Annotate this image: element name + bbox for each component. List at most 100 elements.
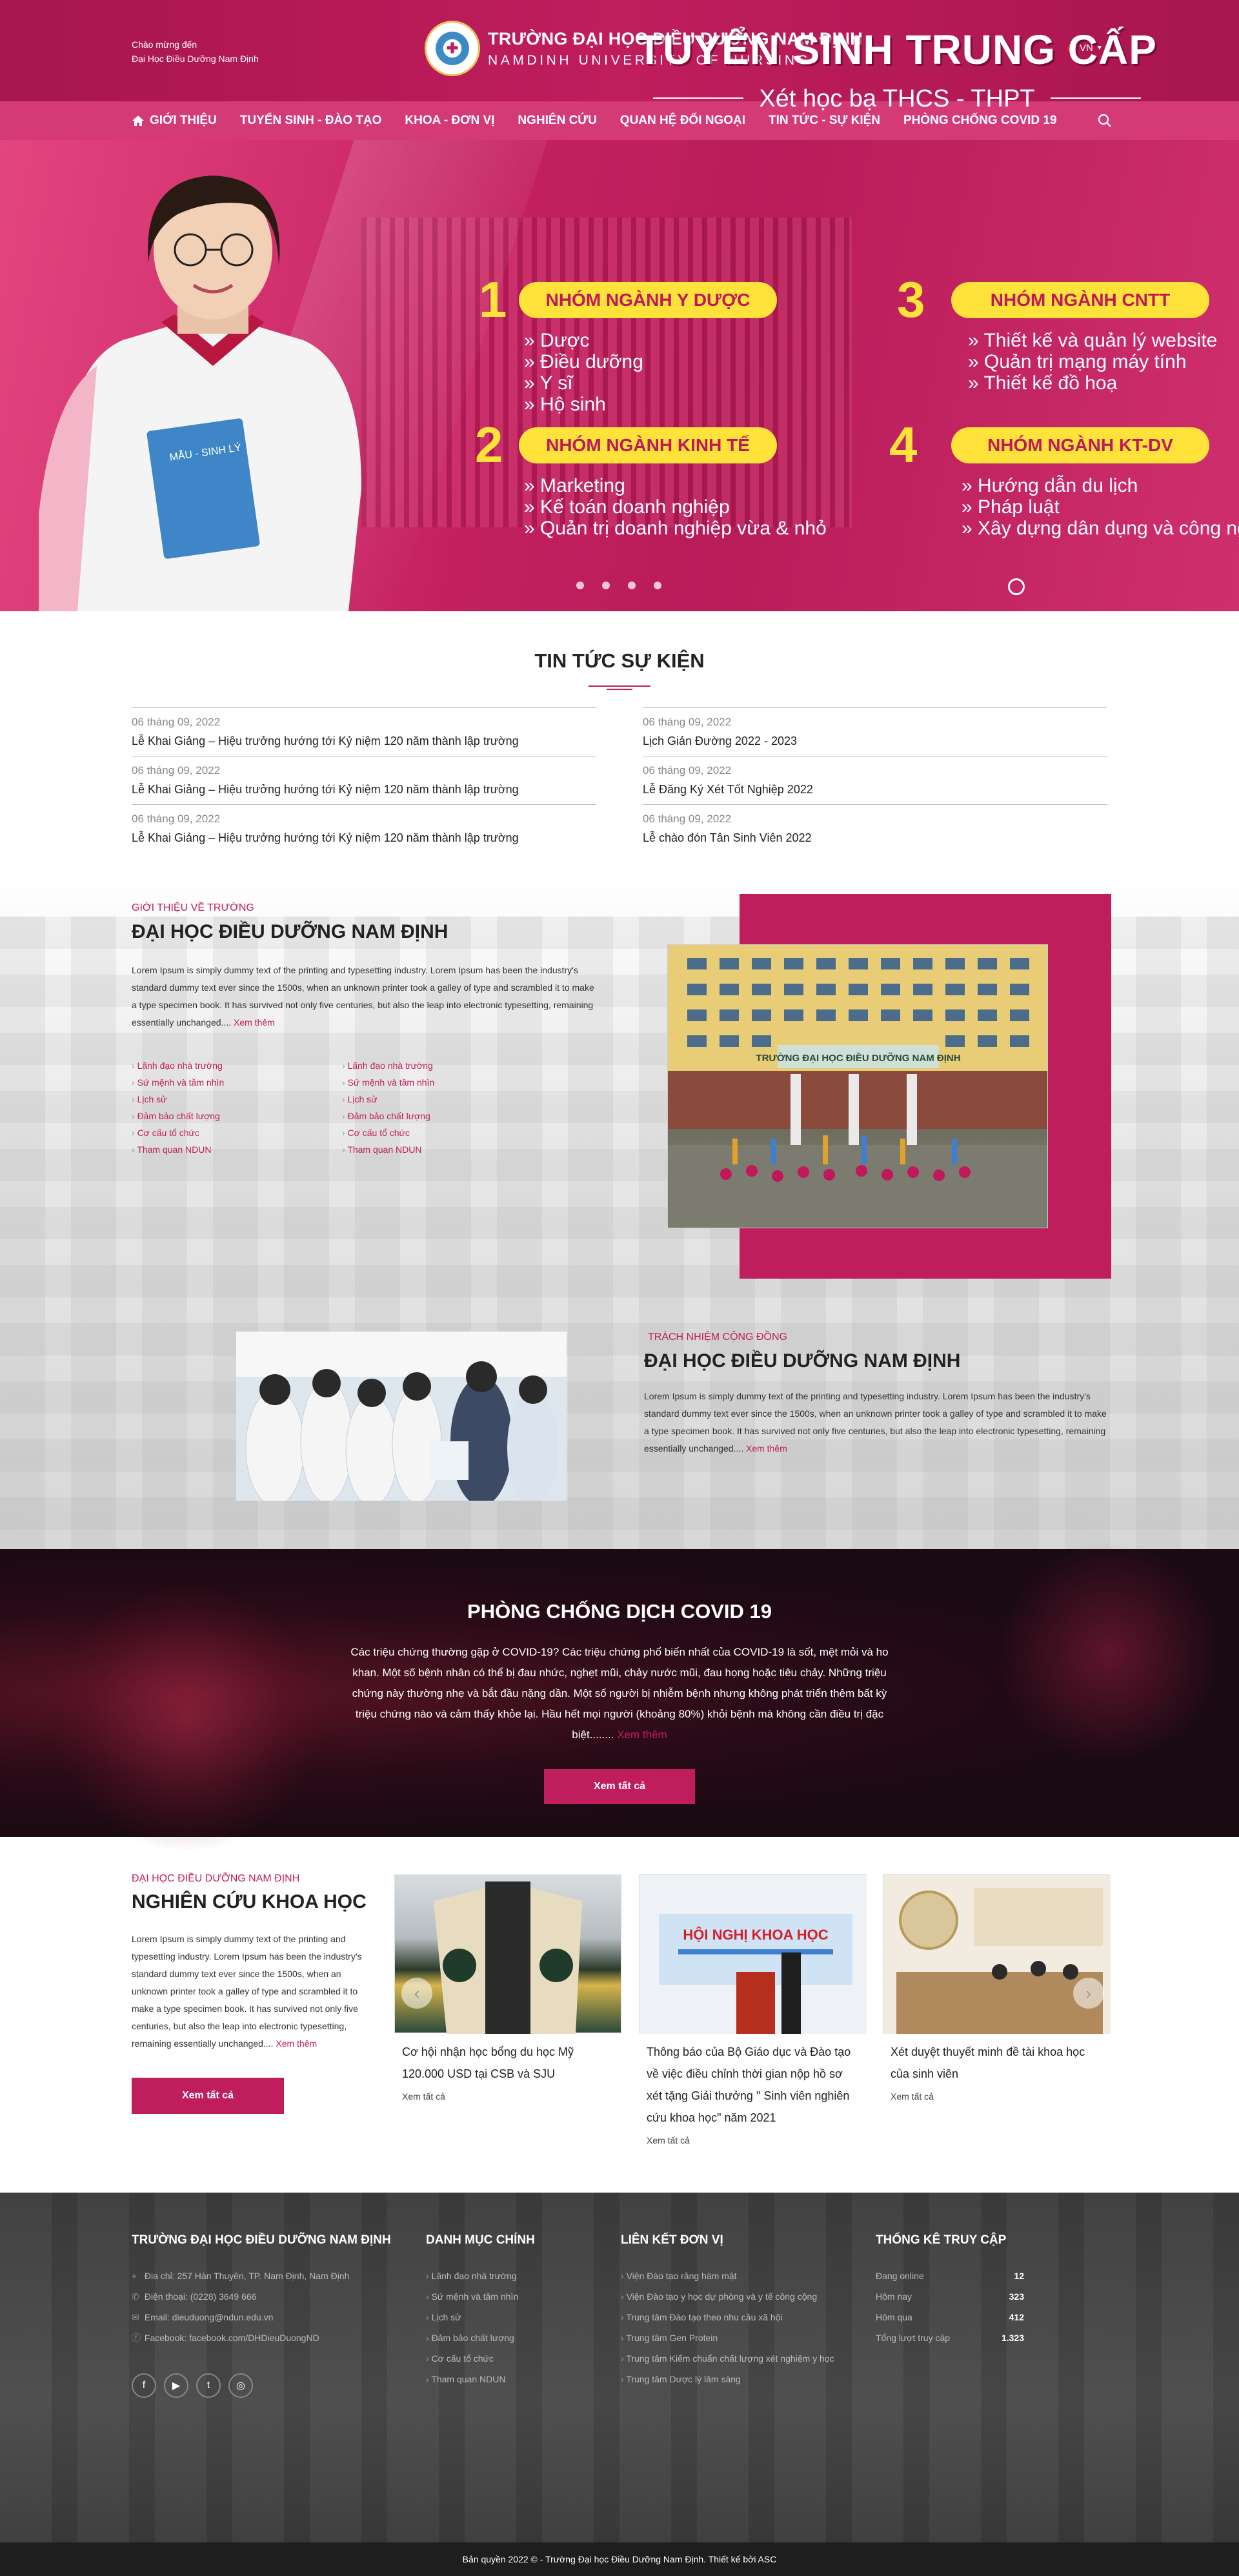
program-item: Hướng dẫn du lịch [962, 475, 1239, 496]
twitter-social-button[interactable]: t [196, 2373, 221, 2398]
research-heading: NGHIÊN CỨU KHOA HỌC [132, 1891, 367, 1912]
footer-email[interactable]: ✉ Email: dieuduong@ndun.edu.vn [132, 2307, 349, 2328]
carousel-dot[interactable] [602, 582, 610, 589]
footer-phone[interactable]: ✆ Điện thoại: (0228) 3649 666 [132, 2286, 349, 2307]
nav-item-tuyen-sinh[interactable]: TUYỂN SINH - ĐÀO TẠO [228, 114, 394, 128]
campus-building-photo: TRƯỜNG ĐẠI HỌC ĐIỀU DƯỠNG NAM ĐỊNH [667, 944, 1048, 1228]
intro-heading: ĐẠI HỌC ĐIỀU DƯỠNG NAM ĐỊNH [132, 921, 448, 942]
footer-link[interactable]: Cơ cấu tổ chức [426, 2348, 518, 2369]
footer-link[interactable]: Tham quan NDUN [426, 2369, 518, 2389]
location-pin-icon: ⌖ [132, 2271, 137, 2281]
program-item: Y sĩ [524, 372, 643, 394]
intro-link[interactable]: Cơ cấu tổ chức [342, 1124, 434, 1141]
covid-view-all-button[interactable]: Xem tất cả [544, 1769, 695, 1804]
news-item[interactable]: 06 tháng 09, 2022 Lễ Khai Giảng – Hiệu t… [132, 804, 596, 853]
research-paragraph: Lorem Ipsum is simply dummy text of the … [132, 1934, 362, 2049]
news-item[interactable]: 06 tháng 09, 2022 Lễ chào đón Tân Sinh V… [643, 804, 1107, 853]
carousel-prev-button[interactable]: ‹ [401, 1978, 432, 2009]
intro-link[interactable]: Lịch sử [132, 1091, 224, 1108]
group-number: 1 [479, 271, 507, 328]
banner-title: TUYỂN SINH TRUNG CẤP [637, 26, 1157, 73]
covid-read-more-link[interactable]: Xem thêm [617, 1729, 667, 1741]
subtitle-divider-right [1051, 97, 1141, 99]
community-heading: ĐẠI HỌC ĐIỀU DƯỠNG NAM ĐỊNH [644, 1350, 961, 1372]
news-title[interactable]: Lịch Giản Đường 2022 - 2023 [643, 735, 1107, 748]
intro-link[interactable]: Tham quan NDUN [132, 1141, 224, 1158]
group-number: 4 [889, 420, 918, 473]
intro-link[interactable]: Sứ mệnh và tầm nhìn [132, 1074, 225, 1091]
news-date: 06 tháng 09, 2022 [132, 716, 221, 728]
community-text: Lorem Ipsum is simply dummy text of the … [644, 1388, 1109, 1457]
card-title[interactable]: Thông báo của Bộ Giáo dục và Đào tạo về … [639, 2041, 866, 2129]
footer-link[interactable]: Viện Đào tạo răng hàm mặt [621, 2266, 834, 2286]
carousel-dot[interactable] [654, 582, 661, 589]
news-title[interactable]: Lễ Khai Giảng – Hiệu trưởng hướng tới Kỷ… [132, 831, 596, 845]
news-title[interactable]: Lễ Khai Giảng – Hiệu trưởng hướng tới Kỷ… [132, 783, 596, 796]
card-title[interactable]: Cơ hội nhận học bổng du học Mỹ 120.000 U… [394, 2041, 621, 2085]
intro-link[interactable]: Đảm bảo chất lượng [342, 1108, 434, 1124]
intro-link[interactable]: Lãnh đạo nhà trường [342, 1057, 434, 1074]
news-item[interactable]: 06 tháng 09, 2022 Lễ Đăng Ký Xét Tốt Ngh… [643, 756, 1107, 804]
intro-link[interactable]: Cơ cấu tổ chức [132, 1124, 224, 1141]
footer-link[interactable]: Trung tâm Đào tạo theo nhu cầu xã hội [621, 2307, 834, 2328]
footer-link[interactable]: Trung tâm Gen Protein [621, 2328, 834, 2348]
news-item[interactable]: 06 tháng 09, 2022 Lịch Giản Đường 2022 -… [643, 707, 1107, 756]
community-paragraph: Lorem Ipsum is simply dummy text of the … [644, 1391, 1107, 1454]
intro-link[interactable]: Tham quan NDUN [342, 1141, 434, 1158]
group-items: Hướng dẫn du lịch Pháp luật Xây dựng dân… [962, 475, 1239, 539]
news-title[interactable]: Lễ Đăng Ký Xét Tốt Nghiệp 2022 [643, 783, 1107, 796]
footer-link[interactable]: Đảm bảo chất lượng [426, 2328, 518, 2348]
research-kicker: ĐẠI HỌC ĐIỀU DƯỠNG NAM ĐỊNH [132, 1873, 300, 1884]
research-view-all-button[interactable]: Xem tất cả [132, 2078, 284, 2114]
instagram-social-button[interactable]: ◎ [228, 2373, 253, 2398]
news-item[interactable]: 06 tháng 09, 2022 Lễ Khai Giảng – Hiệu t… [132, 756, 596, 804]
card-view-all-link[interactable]: Xem tất cả [394, 2091, 621, 2102]
carousel-dot[interactable] [628, 582, 636, 589]
group-name-badge: NHÓM NGÀNH CNTT [951, 282, 1209, 318]
nav-label: GIỚI THIỆU [150, 114, 217, 127]
research-card[interactable]: HỘI NGHỊ KHOA HỌC Thông báo của Bộ Giáo … [639, 1874, 867, 2145]
intro-link[interactable]: Đảm bảo chất lượng [132, 1108, 224, 1124]
footer-link[interactable]: Lịch sử [426, 2307, 518, 2328]
research-read-more-link[interactable]: Xem thêm [276, 2038, 317, 2049]
intro-paragraph: Lorem Ipsum is simply dummy text of the … [132, 965, 594, 1028]
news-item[interactable]: 06 tháng 09, 2022 Lễ Khai Giảng – Hiệu t… [132, 707, 596, 756]
news-list-right: 06 tháng 09, 2022 Lịch Giản Đường 2022 -… [643, 707, 1107, 853]
nav-item-tin-tuc[interactable]: TIN TỨC - SỰ KIỆN [757, 114, 892, 128]
conference-banner-text: HỘI NGHỊ KHOA HỌC [683, 1927, 828, 1943]
footer-link[interactable]: Trung tâm Dược lý lâm sàng [621, 2369, 834, 2389]
news-title[interactable]: Lễ chào đón Tân Sinh Viên 2022 [643, 831, 1107, 845]
program-group-4: 4 NHÓM NGÀNH KT-DV Hướng dẫn du lịch Phá… [889, 420, 1239, 549]
intro-link[interactable]: Sứ mệnh và tầm nhìn [342, 1074, 435, 1091]
footer-link[interactable]: Sứ mệnh và tầm nhìn [426, 2286, 519, 2307]
card-title[interactable]: Xét duyệt thuyết minh đề tài khoa học củ… [883, 2041, 1110, 2085]
twitter-icon: t [206, 2380, 210, 2391]
card-view-all-link[interactable]: Xem tất cả [883, 2091, 1110, 2102]
nav-item-quan-he-doi-ngoai[interactable]: QUAN HỆ ĐỐI NGOẠI [609, 114, 757, 128]
footer-address: ⌖ Địa chỉ: 257 Hàn Thuyên, TP. Nam Định,… [132, 2266, 349, 2286]
search-button[interactable] [1095, 111, 1114, 130]
footer-link[interactable]: Lãnh đạo nhà trường [426, 2266, 518, 2286]
nav-item-nghien-cuu[interactable]: NGHIÊN CỨU [506, 114, 608, 128]
conference-illustration: HỘI NGHỊ KHOA HỌC [640, 1875, 867, 2034]
nav-item-khoa-don-vi[interactable]: KHOA - ĐƠN VỊ [393, 114, 506, 128]
footer-title-main-menu: DANH MỤC CHÍNH [426, 2233, 535, 2247]
program-item: Hộ sinh [524, 394, 643, 415]
card-view-all-link[interactable]: Xem tất cả [639, 2135, 866, 2145]
intro-link[interactable]: Lãnh đạo nhà trường [132, 1057, 224, 1074]
footer-facebook[interactable]: ⓕ Facebook: facebook.com/DHDieuDuongND [132, 2328, 349, 2348]
footer-link[interactable]: Viện Đào tạo y học dự phòng và y tế công… [621, 2286, 834, 2307]
carousel-dot[interactable] [576, 582, 584, 589]
news-date: 06 tháng 09, 2022 [132, 813, 221, 825]
facebook-social-button[interactable]: f [132, 2373, 156, 2398]
carousel-next-button[interactable]: › [1073, 1978, 1104, 2009]
news-title[interactable]: Lễ Khai Giảng – Hiệu trưởng hướng tới Kỷ… [132, 735, 596, 748]
stat-value: 412 [1009, 2312, 1024, 2322]
nav-item-covid[interactable]: PHÒNG CHỐNG COVID 19 [892, 114, 1069, 128]
footer-link[interactable]: Trung tâm Kiểm chuẩn chất lượng xét nghi… [621, 2348, 834, 2369]
youtube-social-button[interactable]: ▶ [164, 2373, 188, 2398]
intro-link[interactable]: Lịch sử [342, 1091, 434, 1108]
nav-item-gioi-thieu[interactable]: GIỚI THIỆU [132, 114, 228, 128]
community-read-more-link[interactable]: Xem thêm [746, 1443, 787, 1454]
intro-read-more-link[interactable]: Xem thêm [234, 1017, 275, 1028]
